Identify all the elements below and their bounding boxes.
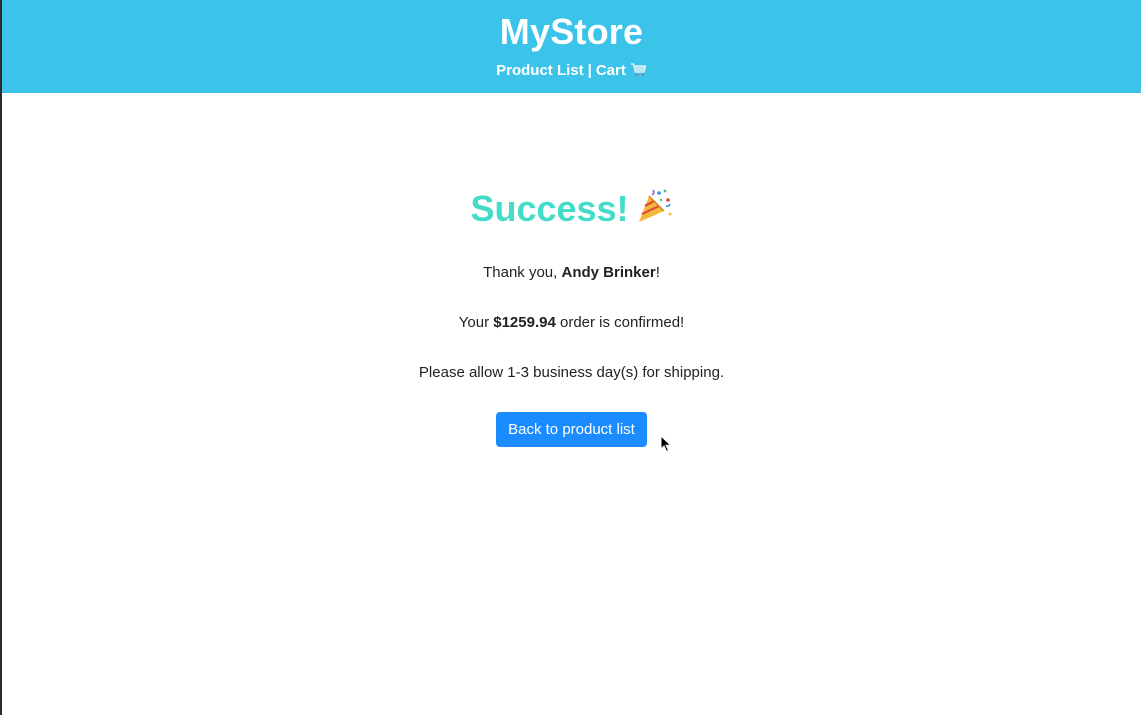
app-window: MyStore Product List | Cart Success! Thank…: [0, 0, 1141, 715]
order-prefix: Your: [458, 314, 494, 331]
nav-cart-label: Cart: [595, 62, 626, 79]
order-total: $1259.94: [493, 314, 556, 331]
mouse-pointer-icon: [660, 434, 672, 458]
nav-product-list-link[interactable]: Product List: [496, 62, 584, 79]
store-brand: MyStore: [499, 11, 644, 52]
confirmation-panel: Success! Thank you, Andy Brinker! Your $…: [2, 187, 1141, 447]
site-header: MyStore Product List | Cart: [2, 0, 1141, 93]
customer-name: Andy Brinker: [561, 264, 656, 281]
party-popper-icon: [635, 187, 673, 234]
nav-separator: |: [587, 62, 592, 79]
top-nav: Product List | Cart: [2, 61, 1141, 83]
shopping-cart-icon: [630, 62, 647, 83]
thanks-suffix: !: [655, 264, 660, 281]
shipping-note: Please allow 1-3 business day(s) for shi…: [418, 364, 725, 381]
success-title: Success!: [470, 188, 629, 229]
thank-you-message: Thank you, Andy Brinker!: [2, 263, 1141, 283]
success-heading: Success!: [2, 187, 1141, 234]
order-suffix: order is confirmed!: [555, 314, 685, 331]
thanks-prefix: Thank you,: [483, 264, 562, 281]
nav-cart-link[interactable]: Cart: [596, 62, 647, 79]
back-to-product-list-button[interactable]: Back to product list: [496, 412, 647, 447]
order-confirmation-message: Your $1259.94 order is confirmed!: [2, 313, 1141, 333]
